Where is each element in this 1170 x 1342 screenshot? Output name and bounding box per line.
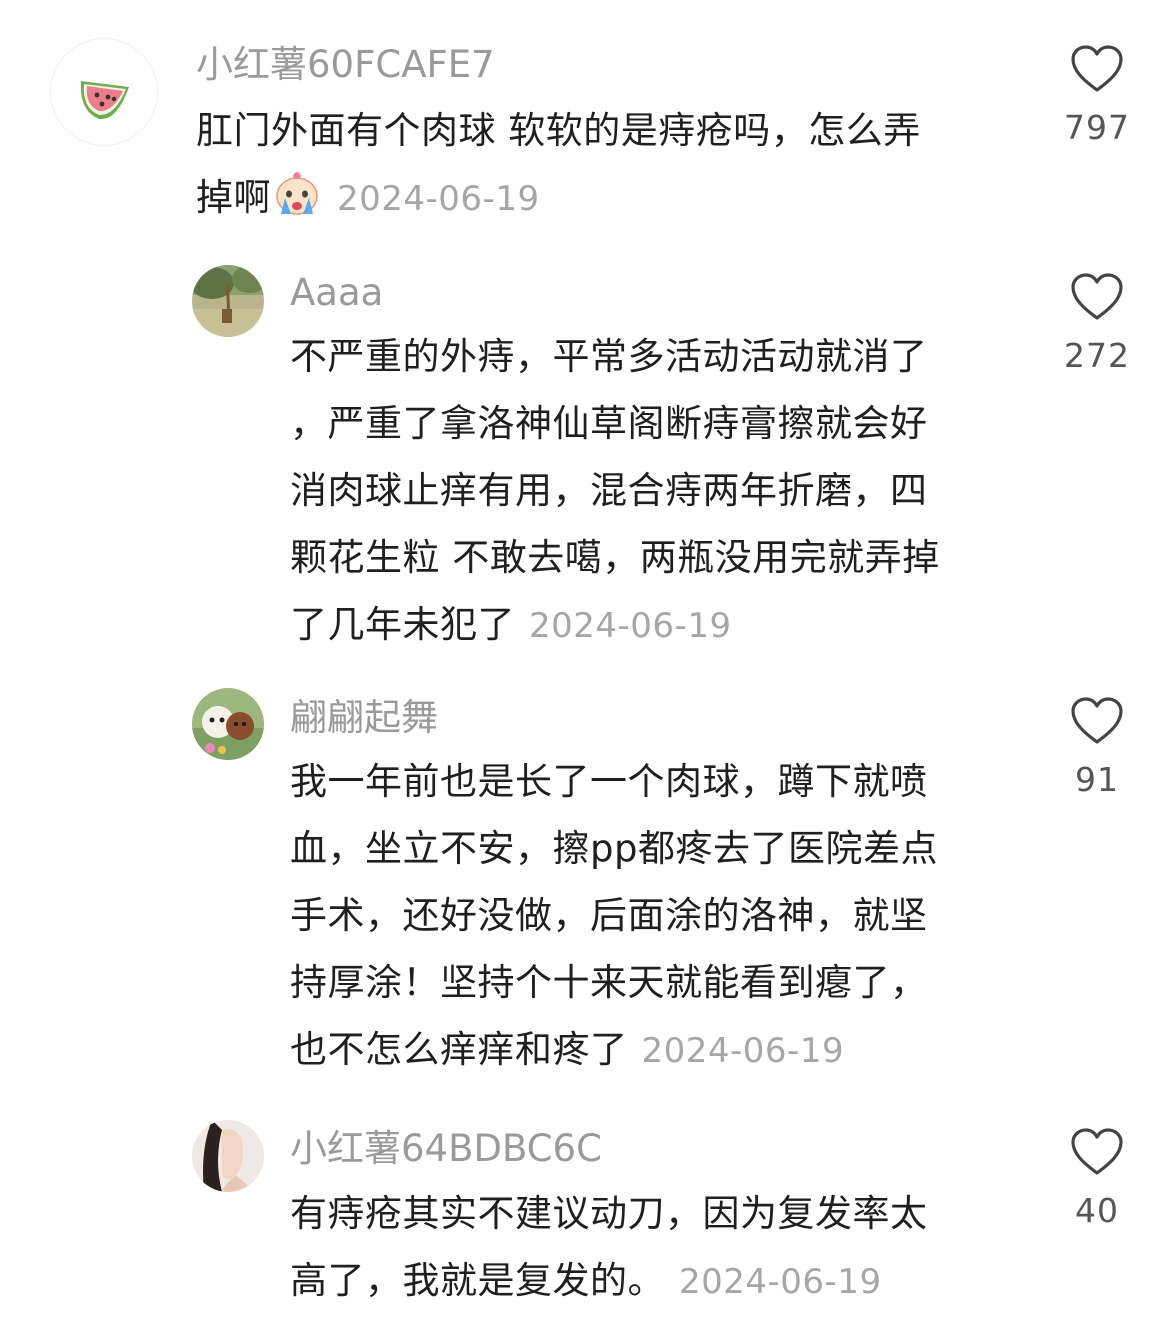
heart-icon [1071, 1128, 1123, 1175]
like-count: 797 [1064, 108, 1130, 147]
comment-text: 有痔疮其实不建议动刀，因为复发率太 高了，我就是复发的。 2024-06-19 [290, 1180, 928, 1316]
comment-line: 肛门外面有个肉球 软软的是痔疮吗，怎么弄 [196, 109, 921, 152]
comment-line: 我一年前也是长了一个肉球，蹲下就喷 [290, 760, 928, 803]
comment-line: 高了，我就是复发的。 2024-06-19 [290, 1247, 928, 1316]
heart-icon [1071, 697, 1123, 744]
username[interactable]: 翩翩起舞 [290, 695, 438, 741]
username[interactable]: Aaaa [290, 270, 383, 316]
woman-photo-avatar [192, 1120, 264, 1192]
comment-line: 血，坐立不安，擦pp都疼去了医院差点 [290, 827, 938, 870]
comment-date: 2024-06-19 [337, 179, 540, 219]
comment-text: 不严重的外痔，平常多活动活动就消了 ，严重了拿洛神仙草阁断痔膏擦就会好 消肉球止… [290, 323, 940, 660]
crying-face-icon [276, 172, 318, 215]
comment-line: 了几年未犯了 2024-06-19 [290, 591, 940, 660]
comment-line: 手术，还好没做，后面涂的洛神，就坚 [290, 894, 928, 937]
like-button[interactable]: 272 [1042, 272, 1152, 375]
comment-line: 消肉球止痒有用，混合痔两年折磨，四 [290, 469, 928, 512]
heart-icon [1071, 273, 1123, 320]
comment-line-text: 也不怎么痒痒和疼了 [290, 1028, 628, 1071]
comment-line-text: 了几年未犯了 [290, 603, 515, 646]
heart-icon [1071, 45, 1123, 92]
comment-line: 掉啊 2024-06-19 [196, 164, 921, 233]
comment-line: 颗花生粒 不敢去噶，两瓶没用完就弄掉 [290, 536, 940, 579]
dogs-photo-avatar [192, 688, 264, 760]
watermelon-icon [80, 81, 129, 120]
comment-text: 肛门外面有个肉球 软软的是痔疮吗，怎么弄 掉啊 2024-06-19 [196, 97, 921, 233]
username[interactable]: 小红薯60FCAFE7 [196, 42, 495, 88]
comment-line: 有痔疮其实不建议动刀，因为复发率太 [290, 1192, 928, 1235]
comment-line-text: 高了，我就是复发的。 [290, 1259, 665, 1302]
avatar[interactable] [192, 688, 264, 760]
like-count: 272 [1064, 336, 1130, 375]
avatar[interactable] [192, 265, 264, 337]
comment-line: 不严重的外痔，平常多活动活动就消了 [290, 335, 928, 378]
comment-date: 2024-06-19 [529, 606, 732, 646]
comment-line: 也不怎么痒痒和疼了 2024-06-19 [290, 1016, 938, 1085]
like-button[interactable]: 797 [1042, 44, 1152, 147]
comment-date: 2024-06-19 [641, 1031, 845, 1071]
avatar[interactable] [50, 38, 158, 146]
like-button[interactable]: 91 [1042, 696, 1152, 799]
like-count: 91 [1075, 760, 1119, 799]
comment-line: 持厚涂！坚持个十来天就能看到瘪了， [290, 961, 928, 1004]
comment-line-text: 掉啊 [196, 176, 271, 219]
like-count: 40 [1075, 1191, 1119, 1230]
comment-date: 2024-06-19 [679, 1262, 882, 1302]
username[interactable]: 小红薯64BDBC6C [290, 1126, 602, 1172]
giraffe-photo-avatar [192, 265, 264, 337]
like-button[interactable]: 40 [1042, 1127, 1152, 1230]
avatar[interactable] [192, 1120, 264, 1192]
comment-text: 我一年前也是长了一个肉球，蹲下就喷 血，坐立不安，擦pp都疼去了医院差点 手术，… [290, 748, 938, 1085]
comment-line: ，严重了拿洛神仙草阁断痔膏擦就会好 [290, 402, 928, 445]
